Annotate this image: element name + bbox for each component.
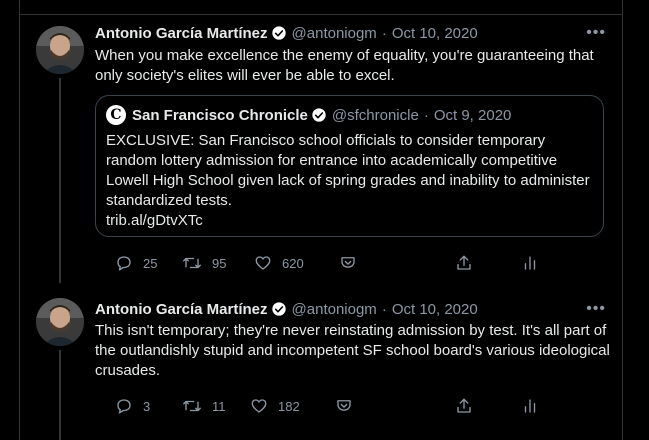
bookmark-icon <box>341 257 355 268</box>
action-bar: 3 11 182 <box>95 395 615 417</box>
divider <box>20 14 622 15</box>
author-name[interactable]: Antonio García Martínez <box>95 301 268 318</box>
tweet-text: When you make excellence the enemy of eq… <box>95 47 594 84</box>
bookmark-button[interactable] <box>339 252 357 274</box>
verified-badge-icon <box>271 301 287 317</box>
retweet-button[interactable]: 95 <box>182 252 226 274</box>
author-handle[interactable]: @antoniogm <box>292 301 377 318</box>
quoted-author-name: San Francisco Chronicle <box>132 106 308 124</box>
share-button[interactable] <box>455 252 473 274</box>
analytics-icon <box>524 256 536 270</box>
more-options-icon[interactable]: ••• <box>586 300 606 318</box>
quoted-header: C San Francisco Chronicle @sfchronicle ·… <box>106 105 511 125</box>
quoted-author-handle: @sfchronicle <box>331 106 419 124</box>
separator: · <box>381 24 387 42</box>
like-button[interactable]: 620 <box>254 252 304 274</box>
share-icon <box>457 398 471 413</box>
quoted-date: Oct 9, 2020 <box>433 106 512 124</box>
verified-badge-icon <box>311 107 327 123</box>
share-icon <box>457 255 471 270</box>
heart-icon <box>255 256 271 270</box>
reply-button[interactable]: 3 <box>115 395 150 417</box>
action-bar: 25 95 620 <box>95 252 615 274</box>
retweet-button[interactable]: 11 <box>182 395 226 417</box>
quoted-body: EXCLUSIVE: San Francisco school official… <box>106 132 590 209</box>
separator: · <box>423 106 429 124</box>
heart-icon <box>251 399 267 413</box>
more-options-icon[interactable]: ••• <box>586 24 606 42</box>
bookmark-button[interactable] <box>335 395 353 417</box>
like-count: 620 <box>282 255 304 271</box>
avatar[interactable] <box>36 298 84 346</box>
retweet-icon <box>183 400 201 412</box>
tweet-text: This isn't temporary; they're never rein… <box>95 322 610 379</box>
like-count: 182 <box>278 398 300 414</box>
retweet-icon <box>183 257 201 269</box>
like-button[interactable]: 182 <box>250 395 300 417</box>
tweet-header: Antonio García Martínez @antoniogm · Oct… <box>95 298 478 320</box>
retweet-count: 11 <box>212 398 226 414</box>
reply-icon <box>117 256 131 271</box>
verified-badge-icon <box>271 25 287 41</box>
analytics-icon <box>524 399 536 413</box>
analytics-button[interactable] <box>521 252 539 274</box>
author-handle[interactable]: @antoniogm <box>292 25 377 42</box>
tweet-header: Antonio García Martínez @antoniogm · Oct… <box>95 22 478 44</box>
analytics-button[interactable] <box>521 395 539 417</box>
reply-count: 25 <box>143 255 158 271</box>
reply-button[interactable]: 25 <box>115 252 157 274</box>
timeline: Antonio García Martínez @antoniogm · Oct… <box>19 0 623 440</box>
quoted-tweet[interactable]: C San Francisco Chronicle @sfchronicle ·… <box>95 95 604 237</box>
reply-count: 3 <box>143 398 151 414</box>
author-name[interactable]: Antonio García Martínez <box>95 25 268 42</box>
separator: · <box>381 300 387 318</box>
thread-line <box>59 78 61 283</box>
avatar[interactable] <box>36 26 84 74</box>
quoted-link[interactable]: trib.al/gDtvXTc <box>106 212 203 229</box>
quoted-text: EXCLUSIVE: San Francisco school official… <box>106 131 596 231</box>
tweet-date[interactable]: Oct 10, 2020 <box>392 25 478 42</box>
bookmark-icon <box>337 400 351 411</box>
retweet-count: 95 <box>212 255 227 271</box>
share-button[interactable] <box>455 395 473 417</box>
reply-icon <box>117 399 131 414</box>
tweet-date[interactable]: Oct 10, 2020 <box>392 301 478 318</box>
thread-line <box>59 350 61 440</box>
chronicle-logo: C <box>106 105 126 125</box>
